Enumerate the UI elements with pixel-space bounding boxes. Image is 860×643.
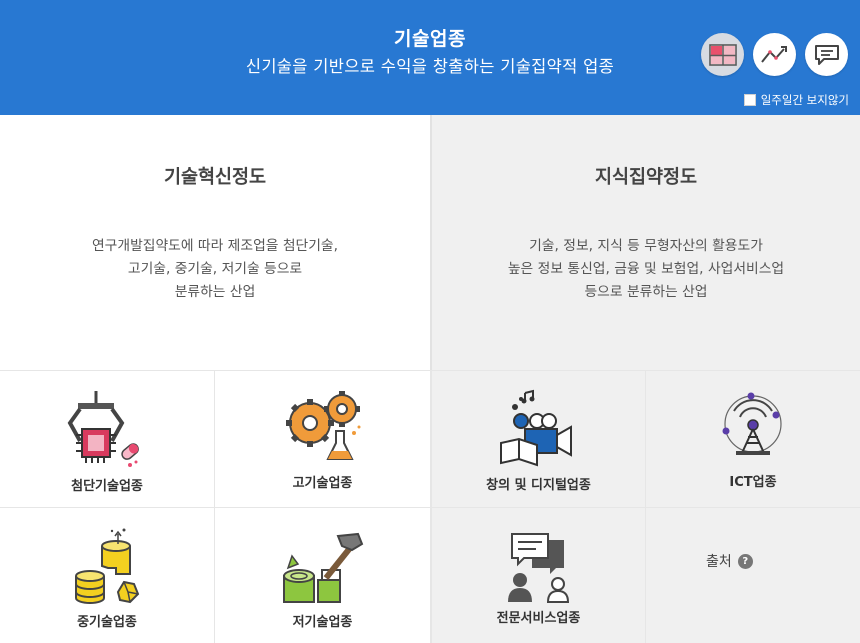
robot-arm-chip-icon bbox=[67, 391, 139, 467]
tech-innovation-description: 연구개발집약도에 따라 제조업을 첨단기술, 고기술, 중기술, 저기술 등으로… bbox=[91, 238, 339, 300]
source-link[interactable]: 출처 ? bbox=[706, 551, 753, 571]
comment-icon bbox=[814, 44, 839, 65]
log-hammer-icon bbox=[282, 532, 363, 603]
tech-innovation-title: 기술혁신정도 bbox=[163, 167, 267, 188]
hide-week-label: 일주일간 보지않기 bbox=[760, 93, 849, 107]
table-view-button[interactable] bbox=[701, 33, 744, 76]
comment-button[interactable] bbox=[805, 33, 848, 76]
help-icon[interactable]: ? bbox=[737, 553, 753, 569]
tech-innovation-panel: 기술혁신정도 연구개발집약도에 따라 제조업을 첨단기술, 고기술, 중기술, … bbox=[0, 115, 430, 370]
category-ict[interactable]: ICT업종 bbox=[646, 370, 860, 507]
category-professional-service[interactable]: 전문서비스업종 bbox=[432, 507, 645, 643]
table-view-icon bbox=[708, 43, 737, 66]
category-advanced-tech[interactable]: 첨단기술업종 bbox=[0, 370, 214, 507]
grid-divider bbox=[430, 370, 432, 643]
hide-week-option[interactable]: 일주일간 보지않기 bbox=[743, 92, 849, 108]
grid-divider bbox=[214, 370, 215, 643]
grid-divider bbox=[645, 370, 646, 643]
category-label: 첨단기술업종 bbox=[71, 479, 143, 494]
category-low-tech[interactable]: 저기술업종 bbox=[215, 507, 430, 643]
category-creative-digital[interactable]: 창의 및 디지털업종 bbox=[432, 370, 645, 507]
knowledge-intensity-title: 지식집약정도 bbox=[594, 167, 698, 188]
consulting-people-icon bbox=[507, 533, 569, 603]
header-bar: 기술업종 신기술을 기반으로 수익을 창출하는 기술집약적 업종 일주일간 보지… bbox=[0, 0, 860, 115]
category-label: 창의 및 디지털업종 bbox=[486, 478, 591, 493]
category-medium-tech[interactable]: 중기술업종 bbox=[0, 507, 214, 643]
gears-flask-icon bbox=[285, 391, 360, 460]
source-label: 출처 bbox=[706, 554, 732, 570]
category-label: 전문서비스업종 bbox=[496, 611, 581, 626]
category-label: ICT업종 bbox=[729, 475, 777, 490]
category-label: 중기술업종 bbox=[77, 615, 137, 630]
book-music-camera-icon bbox=[499, 389, 572, 467]
hide-week-checkbox[interactable] bbox=[743, 94, 756, 106]
signal-tower-icon bbox=[722, 392, 782, 455]
knowledge-intensity-description: 기술, 정보, 지식 등 무형자산의 활용도가 높은 정보 통신업, 금융 및 … bbox=[507, 238, 785, 300]
line-chart-button[interactable] bbox=[753, 33, 796, 76]
knowledge-intensity-panel: 지식집약정도 기술, 정보, 지식 등 무형자산의 활용도가 높은 정보 통신업… bbox=[430, 115, 860, 370]
category-label: 고기술업종 bbox=[292, 476, 353, 491]
line-chart-icon bbox=[760, 45, 787, 63]
barrels-icon bbox=[75, 528, 140, 604]
category-label: 저기술업종 bbox=[292, 615, 353, 630]
source-cell bbox=[646, 507, 860, 643]
category-high-tech[interactable]: 고기술업종 bbox=[215, 370, 430, 507]
